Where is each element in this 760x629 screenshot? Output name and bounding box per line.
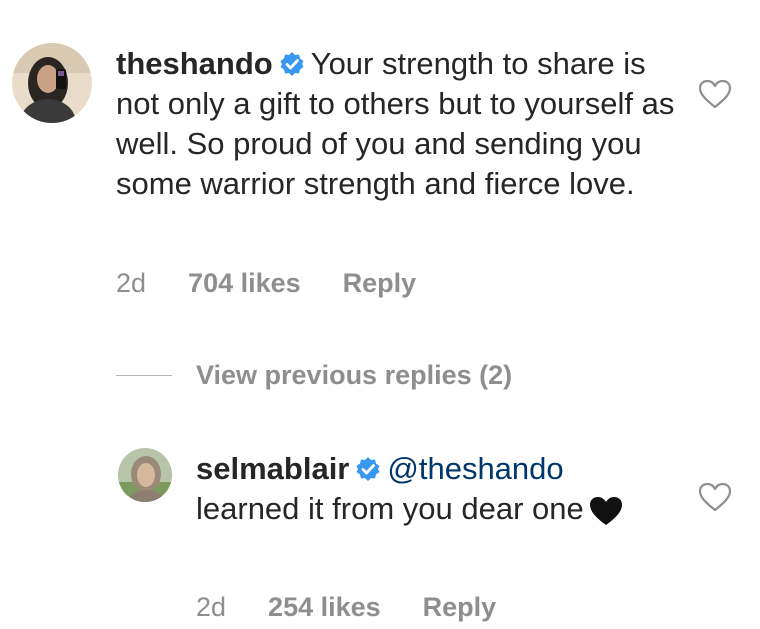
likes-count-button[interactable]: 254 likes [268,592,381,623]
avatar-selmablair[interactable] [118,448,172,502]
comment-username[interactable]: selmablair [196,451,349,486]
replies-divider-line [116,375,172,376]
comment-text-theshando: theshando Your strength to share is not o… [116,44,676,204]
comment-text-selmablair: selmablair @theshando learned it from you… [196,449,656,529]
comment-timestamp[interactable]: 2d [196,592,226,623]
view-previous-replies-label: View previous replies (2) [196,360,513,390]
comment-timestamp[interactable]: 2d [116,268,146,299]
verified-badge-icon [279,51,305,77]
view-previous-replies-button[interactable]: View previous replies (2) [116,360,512,391]
verified-badge-icon [355,456,381,482]
likes-count-button[interactable]: 704 likes [188,268,301,299]
comment-body: learned it from you dear one [196,491,584,526]
comment-username[interactable]: theshando [116,46,273,81]
black-heart-emoji-icon [588,495,624,527]
comment-meta: 2d 704 likes Reply [116,268,416,299]
avatar-image [12,43,92,123]
avatar-image [118,448,172,502]
reply-button[interactable]: Reply [343,268,417,299]
like-heart-icon[interactable] [698,79,732,109]
mention-link[interactable]: @theshando [387,451,563,486]
reply-button[interactable]: Reply [423,592,497,623]
like-heart-icon[interactable] [698,482,732,512]
comment-meta: 2d 254 likes Reply [196,592,496,623]
avatar-theshando[interactable] [12,43,92,123]
